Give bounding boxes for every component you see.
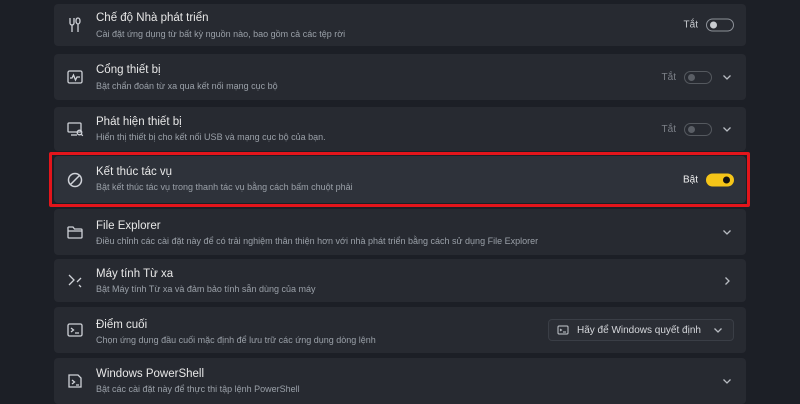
chevron-down-icon (711, 323, 725, 337)
setting-remote-desktop[interactable]: Máy tính Từ xa Bật Máy tính Từ xa và đảm… (54, 259, 746, 302)
setting-title: Cổng thiết bị (96, 64, 161, 76)
setting-title: Điểm cuối (96, 319, 148, 331)
setting-powershell[interactable]: Windows PowerShell Bật các cài đặt này đ… (54, 358, 746, 404)
setting-title: File Explorer (96, 220, 161, 232)
setting-description: Hiển thị thiết bị cho kết nối USB và mạn… (96, 132, 326, 142)
setting-description: Cài đặt ứng dụng từ bất kỳ nguồn nào, ba… (96, 29, 346, 39)
toggle-state-label: Tắt (661, 71, 676, 83)
powershell-icon (66, 372, 84, 390)
chevron-down-icon[interactable] (720, 70, 734, 84)
setting-description: Điều chỉnh các cài đặt này để có trải ng… (96, 236, 539, 246)
setting-developer-mode[interactable]: Chế độ Nhà phát triển Cài đặt ứng dụng t… (54, 4, 746, 46)
setting-description: Bật các cài đặt này để thực thi tập lệnh… (96, 384, 300, 394)
setting-title: Chế độ Nhà phát triển (96, 12, 209, 24)
setting-file-explorer[interactable]: File Explorer Điều chỉnh các cài đặt này… (54, 209, 746, 255)
terminal-icon (66, 321, 84, 339)
terminal-select-value: Hãy để Windows quyết định (577, 324, 701, 336)
device-portal-icon (66, 68, 84, 86)
device-portal-toggle (684, 70, 712, 84)
developer-mode-toggle[interactable] (706, 18, 734, 32)
setting-description: Bật chẩn đoán từ xa qua kết nối mạng cục… (96, 81, 278, 91)
setting-terminal[interactable]: Điểm cuối Chọn ứng dụng đầu cuối mặc địn… (54, 307, 746, 353)
folder-icon (66, 223, 84, 241)
toggle-state-label: Tắt (683, 19, 698, 31)
toggle-state-label: Tắt (661, 123, 676, 135)
chevron-down-icon[interactable] (720, 374, 734, 388)
highlight-frame (49, 152, 750, 207)
setting-device-discovery[interactable]: Phát hiện thiết bị Hiển thị thiết bị cho… (54, 107, 746, 151)
chevron-down-icon[interactable] (720, 122, 734, 136)
remote-desktop-icon (66, 272, 84, 290)
setting-device-portal[interactable]: Cổng thiết bị Bật chẩn đoán từ xa qua kế… (54, 54, 746, 100)
setting-description: Chọn ứng dụng đầu cuối mặc định để lưu t… (96, 335, 376, 345)
setting-title: Windows PowerShell (96, 368, 205, 380)
setting-title: Phát hiện thiết bị (96, 116, 182, 128)
device-discovery-icon (66, 120, 84, 138)
chevron-right-icon[interactable] (720, 274, 734, 288)
chevron-down-icon[interactable] (720, 225, 734, 239)
terminal-select[interactable]: Hãy để Windows quyết định (548, 319, 734, 341)
terminal-app-icon (557, 324, 569, 336)
device-discovery-toggle (684, 122, 712, 136)
setting-description: Bật Máy tính Từ xa và đảm bảo tính sẵn d… (96, 284, 316, 294)
developer-tools-icon (66, 16, 84, 34)
setting-title: Máy tính Từ xa (96, 268, 174, 280)
